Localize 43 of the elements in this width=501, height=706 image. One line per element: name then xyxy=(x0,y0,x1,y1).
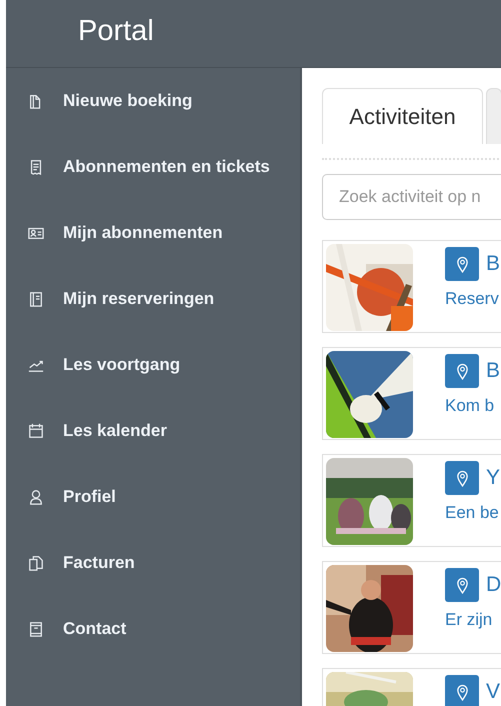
map-pin-icon xyxy=(456,362,468,380)
tab[interactable]: Activiteiten xyxy=(322,88,483,144)
menu-item[interactable]: Mijn abonnementen xyxy=(6,200,223,266)
activity-card[interactable]: Y Een be xyxy=(322,454,501,547)
menu-item[interactable]: Facturen xyxy=(6,530,135,596)
activity-title[interactable]: B xyxy=(486,359,500,383)
location-button[interactable] xyxy=(445,568,479,602)
receipt-icon xyxy=(28,159,44,175)
menu-item[interactable]: Profiel xyxy=(6,464,116,530)
activity-card[interactable]: B Reserv xyxy=(322,240,501,333)
activity-description: Kom b xyxy=(445,396,496,416)
menu-item[interactable]: Nieuwe boeking xyxy=(6,68,192,134)
search-field[interactable]: Zoek activiteit op n xyxy=(322,174,501,220)
map-pin-icon xyxy=(456,256,468,272)
activity-card[interactable]: D Er zijn xyxy=(322,561,501,654)
activity-description: Een be xyxy=(445,503,500,523)
map-pin-icon xyxy=(456,684,468,700)
book-icon xyxy=(28,291,44,307)
app-title: Portal xyxy=(78,15,154,48)
map-pin-icon xyxy=(456,470,468,486)
user-icon xyxy=(28,489,44,505)
calendar-icon xyxy=(28,423,44,439)
activity-description: Er zijn xyxy=(445,610,494,630)
activity-card[interactable]: V xyxy=(322,668,501,706)
activity-title[interactable]: Y xyxy=(486,466,500,490)
location-button[interactable] xyxy=(445,461,479,495)
menu-item[interactable]: Contact xyxy=(6,596,126,662)
phone-icon xyxy=(28,621,44,637)
location-button[interactable] xyxy=(445,247,479,281)
activity-title[interactable]: D xyxy=(486,573,501,597)
menu-item[interactable]: Les kalender xyxy=(6,398,167,464)
documents-icon xyxy=(28,555,44,571)
id-card-icon xyxy=(28,225,44,241)
menu-item[interactable]: Mijn reserveringen xyxy=(6,266,214,332)
menu-item[interactable]: Les voortgang xyxy=(6,332,180,398)
activity-title[interactable]: B xyxy=(486,252,500,276)
location-button[interactable] xyxy=(445,675,479,706)
activity-description: Reserv xyxy=(445,289,500,309)
activity-card[interactable]: B Kom b xyxy=(322,347,501,440)
menu-item[interactable]: Abonnementen en tickets xyxy=(6,134,270,200)
activity-title[interactable]: V xyxy=(486,680,500,704)
location-button[interactable] xyxy=(445,354,479,388)
map-pin-icon xyxy=(456,576,468,594)
